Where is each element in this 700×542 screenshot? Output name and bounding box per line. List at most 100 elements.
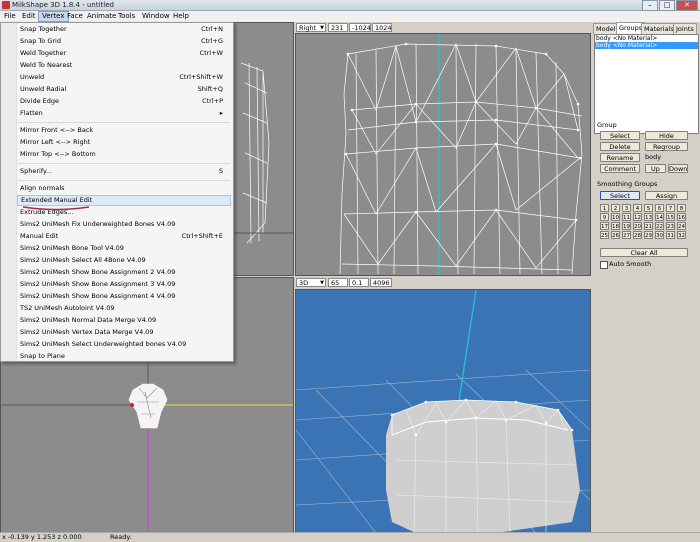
wireframe-mesh-right [339, 34, 583, 275]
rename-button[interactable]: Rename [600, 153, 640, 162]
smoothing-group-15[interactable]: 15 [666, 213, 675, 221]
menu-item-manual-edit[interactable]: Manual Edit Ctrl+Shift+E [17, 231, 231, 242]
menu-item-weld-to-nearest[interactable]: Weld To Nearest [17, 60, 231, 71]
smoothing-group-31[interactable]: 31 [666, 231, 675, 239]
menu-tools[interactable]: Tools [115, 11, 138, 22]
tab-joints[interactable]: Joints [673, 23, 697, 34]
near-clip-field[interactable]: -1024 [349, 23, 371, 32]
move-up-button[interactable]: Up [645, 164, 666, 173]
submenu-arrow-icon: ▸ [219, 109, 223, 117]
menu-help[interactable]: Help [170, 11, 192, 22]
view-select[interactable]: Right ▼ [296, 23, 326, 32]
menu-item-snap-to-grid[interactable]: Snap To Grid Ctrl+G [17, 36, 231, 47]
smoothing-group-5[interactable]: 5 [644, 204, 653, 212]
smoothing-group-26[interactable]: 26 [611, 231, 620, 239]
smoothing-group-32[interactable]: 32 [677, 231, 686, 239]
smoothing-group-23[interactable]: 23 [666, 222, 675, 230]
fov-field[interactable]: 65 [328, 278, 348, 287]
smoothing-assign-button[interactable]: Assign [645, 191, 688, 200]
maximize-button[interactable]: □ [659, 0, 675, 11]
smoothing-group-10[interactable]: 10 [611, 213, 620, 221]
list-item-selected[interactable]: body <No Material> [595, 42, 698, 49]
smoothing-group-3[interactable]: 3 [622, 204, 631, 212]
select-group-button[interactable]: Select [600, 131, 640, 140]
smoothing-group-19[interactable]: 19 [622, 222, 631, 230]
menu-item-autojoint[interactable]: TS2 UniMesh Autoloint V4.09 [17, 303, 231, 314]
smoothing-group-11[interactable]: 11 [622, 213, 631, 221]
auto-smooth-checkbox[interactable] [600, 261, 608, 269]
clear-all-button[interactable]: Clear All [600, 248, 688, 257]
smoothing-group-2[interactable]: 2 [611, 204, 620, 212]
hide-group-button[interactable]: Hide [645, 131, 688, 140]
near-plane-field[interactable]: 0.1 [349, 278, 369, 287]
menu-item-divide-edge[interactable]: Divide Edge Ctrl+P [17, 96, 231, 107]
zoom-field[interactable]: 231 [328, 23, 348, 32]
smoothing-group-12[interactable]: 12 [633, 213, 642, 221]
menu-item-fix-underweighted-bones[interactable]: Sims2 UniMesh Fix Underweighted Bones V4… [17, 219, 231, 230]
smoothing-group-30[interactable]: 30 [655, 231, 664, 239]
smoothing-group-27[interactable]: 27 [622, 231, 631, 239]
smoothing-group-9[interactable]: 9 [600, 213, 609, 221]
menu-item-select-all-4bone[interactable]: Sims2 UniMesh Select All 4Bone V4.09 [17, 255, 231, 266]
smoothing-group-22[interactable]: 22 [655, 222, 664, 230]
smoothing-select-button[interactable]: Select [600, 191, 640, 200]
menu-item-show-bone-assignment-4[interactable]: Sims2 UniMesh Show Bone Assignment 4 V4.… [17, 291, 231, 302]
rename-field[interactable]: body [645, 153, 688, 162]
menu-item-select-underweighted-bones[interactable]: Sims2 UniMesh Select Underweighted bones… [17, 339, 231, 350]
menu-item-bone-tool[interactable]: Sims2 UniMesh Bone Tool V4.09 [17, 243, 231, 254]
menu-separator [18, 163, 230, 164]
smoothing-group-1[interactable]: 1 [600, 204, 609, 212]
menu-edit[interactable]: Edit [19, 11, 39, 22]
menu-file[interactable]: File [1, 11, 19, 22]
menu-item-snap-to-plane[interactable]: Snap to Plane [17, 351, 231, 362]
menu-item-weld-together[interactable]: Weld Together Ctrl+W [17, 48, 231, 59]
menu-window[interactable]: Window [139, 11, 173, 22]
menu-face[interactable]: Face [64, 11, 86, 22]
smoothing-group-24[interactable]: 24 [677, 222, 686, 230]
group-list[interactable]: body <No Material> body <No Material> [594, 34, 699, 134]
smoothing-group-17[interactable]: 17 [600, 222, 609, 230]
menu-item-show-bone-assignment-3[interactable]: Sims2 UniMesh Show Bone Assignment 3 V4.… [17, 279, 231, 290]
menu-item-spherify[interactable]: Spherify... S [17, 166, 231, 177]
smoothing-group-28[interactable]: 28 [633, 231, 642, 239]
far-clip-field[interactable]: 1024 [372, 23, 392, 32]
smoothing-group-18[interactable]: 18 [611, 222, 620, 230]
smoothing-group-21[interactable]: 21 [644, 222, 653, 230]
smoothing-group-4[interactable]: 4 [633, 204, 642, 212]
smoothing-group-8[interactable]: 8 [677, 204, 686, 212]
move-down-button[interactable]: Down [668, 164, 688, 173]
close-button[interactable]: ✕ [676, 0, 698, 11]
smoothing-group-13[interactable]: 13 [644, 213, 653, 221]
view-select-3d[interactable]: 3D ▼ [296, 278, 326, 287]
menu-item-align-normals[interactable]: Align normals [17, 183, 231, 194]
menu-item-show-bone-assignment-2[interactable]: Sims2 UniMesh Show Bone Assignment 2 V4.… [17, 267, 231, 278]
far-plane-field[interactable]: 4096 [370, 278, 392, 287]
menu-item-unweld[interactable]: Unweld Ctrl+Shift+W [17, 72, 231, 83]
smoothing-group-20[interactable]: 20 [633, 222, 642, 230]
minimize-button[interactable]: – [642, 0, 658, 11]
highlight-underline-mark [22, 206, 90, 211]
comment-button[interactable]: Comment [600, 164, 640, 173]
smoothing-group-14[interactable]: 14 [655, 213, 664, 221]
menu-item-unweld-radial[interactable]: Unweld Radial Shift+Q [17, 84, 231, 95]
menu-item-mirror-top-bottom[interactable]: Mirror Top <--> Bottom [17, 149, 231, 160]
menu-item-mirror-front-back[interactable]: Mirror Front <--> Back [17, 125, 231, 136]
tab-model[interactable]: Model [593, 23, 619, 34]
delete-group-button[interactable]: Delete [600, 142, 640, 151]
smoothing-group-25[interactable]: 25 [600, 231, 609, 239]
smoothing-group-16[interactable]: 16 [677, 213, 686, 221]
menu-item-flatten[interactable]: Flatten ▸ [17, 108, 231, 119]
smoothing-group-6[interactable]: 6 [655, 204, 664, 212]
smoothing-group-29[interactable]: 29 [644, 231, 653, 239]
list-item[interactable]: body <No Material> [595, 35, 698, 42]
menu-item-snap-together[interactable]: Snap Together Ctrl+N [17, 24, 231, 35]
menu-item-vertex-data-merge[interactable]: Sims2 UniMesh Vertex Data Merge V4.09 [17, 327, 231, 338]
tab-materials[interactable]: Materials [641, 23, 677, 34]
menu-item-normal-data-merge[interactable]: Sims2 UniMesh Normal Data Merge V4.09 [17, 315, 231, 326]
viewport-3d[interactable] [295, 289, 591, 534]
smoothing-group-7[interactable]: 7 [666, 204, 675, 212]
menu-item-mirror-left-right[interactable]: Mirror Left <--> Right [17, 137, 231, 148]
pivot-marker [130, 403, 134, 407]
regroup-button[interactable]: Regroup [645, 142, 688, 151]
viewport-right[interactable] [295, 33, 591, 276]
